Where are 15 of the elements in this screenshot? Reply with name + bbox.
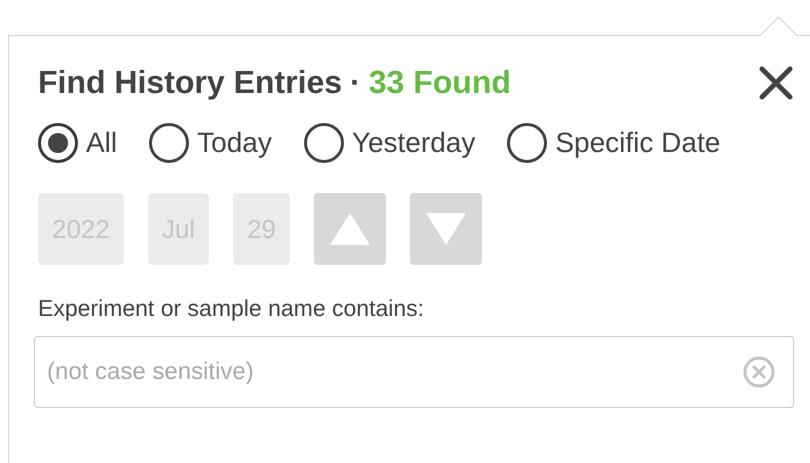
decrement-button[interactable] [410,193,482,265]
down-triangle-icon [424,211,468,247]
name-search-field[interactable]: (not case sensitive) [34,336,794,408]
increment-button[interactable] [314,193,386,265]
title-separator: · [350,64,361,101]
found-count: 33 Found [368,64,511,101]
name-filter-label: Experiment or sample name contains: [38,295,426,322]
close-icon[interactable] [758,64,794,100]
date-radio-option[interactable]: All [38,123,118,163]
up-triangle-icon [328,211,372,247]
date-radio-option[interactable]: Specific Date [507,123,720,163]
clear-icon[interactable] [742,355,776,389]
date-radio-option[interactable]: Today [149,123,272,163]
panel-title: Find History Entries [38,64,342,101]
date-radio-option[interactable]: Yesterday [304,123,476,163]
